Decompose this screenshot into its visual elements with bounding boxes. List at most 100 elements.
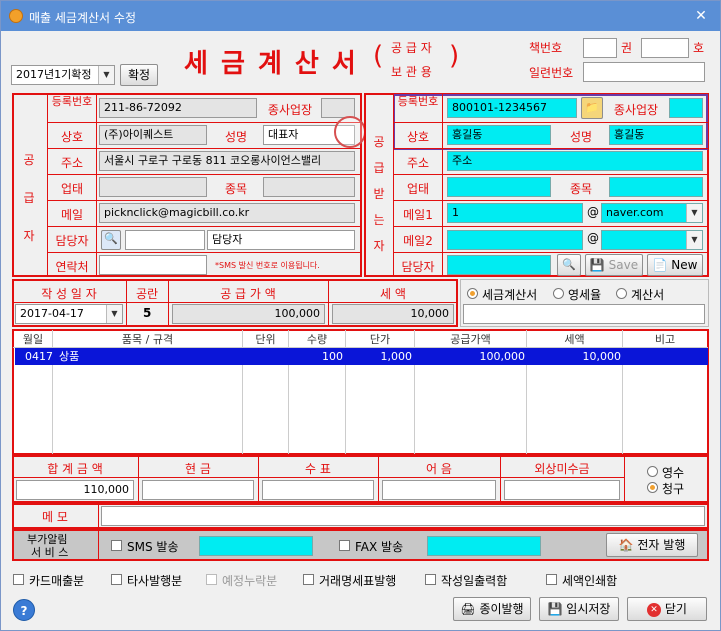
col-qty[interactable]: 수량	[289, 331, 345, 347]
option-other-issuer[interactable]	[111, 574, 122, 585]
paper-issue-button[interactable]: 🖨 종이발행	[453, 597, 531, 621]
chevron-down-icon[interactable]: ▼	[98, 66, 114, 84]
sms-checkbox[interactable]	[111, 540, 122, 551]
help-icon[interactable]: ?	[13, 599, 35, 621]
serial-number-field[interactable]	[583, 62, 705, 82]
receiver-addr-field[interactable]: 주소	[447, 151, 703, 171]
search-icon[interactable]: 🔍	[557, 254, 581, 276]
receiver-item-field[interactable]	[609, 177, 703, 197]
confirm-period-button[interactable]: 확정	[120, 64, 158, 86]
supplier-branch-field[interactable]	[321, 98, 355, 118]
heading-paren-open: (	[373, 41, 384, 71]
book-number-label: 책번호	[529, 41, 563, 55]
cash-field[interactable]	[142, 480, 254, 500]
close-icon[interactable]: ✕	[692, 7, 710, 25]
at-sign: @	[587, 205, 599, 219]
receiver-mail1-user-field[interactable]: 1	[447, 203, 583, 223]
col-unit[interactable]: 단위	[243, 331, 288, 347]
supplier-mail-field[interactable]: picknclick@magicbill.co.kr	[99, 203, 355, 223]
supplier-mail-label: 메일	[60, 208, 84, 222]
date-picker[interactable]: 2017-04-17 ▼	[15, 304, 123, 324]
save-receiver-label: Save	[608, 258, 639, 272]
e-issue-label: 전자 발행	[637, 538, 686, 552]
total-amount-field[interactable]: 110,000	[16, 480, 134, 500]
save-receiver-button[interactable]: 💾 Save	[585, 254, 643, 276]
supplier-reg-field[interactable]: 211-86-72092	[99, 98, 257, 118]
col-tax[interactable]: 세액	[527, 331, 622, 347]
memo-field[interactable]	[101, 506, 705, 526]
table-row[interactable]: 0417 상품 100 1,000 100,000 10,000	[15, 348, 708, 365]
supplier-name-field[interactable]: (주)아이퀘스트	[99, 125, 207, 145]
e-issue-button[interactable]: 🏠 전자 발행	[606, 533, 698, 557]
col-item[interactable]: 품목 / 규격	[53, 331, 242, 347]
supplier-addr-field[interactable]: 서울시 구로구 구로동 811 코오롱사이언스밸리	[99, 151, 355, 171]
supplier-item-field[interactable]	[263, 177, 355, 197]
note-field[interactable]	[382, 480, 496, 500]
receiver-manager-label: 담당자	[401, 260, 435, 274]
option-statement[interactable]	[303, 574, 314, 585]
search-icon[interactable]: 🔍	[101, 230, 121, 250]
radio-zero-rate[interactable]	[553, 288, 564, 299]
new-receiver-button[interactable]: 📄 New	[647, 254, 703, 276]
temp-save-button[interactable]: 💾 임시저장	[539, 597, 619, 621]
check-field[interactable]	[262, 480, 374, 500]
fax-field[interactable]	[427, 536, 541, 556]
receiver-branch-label: 종사업장	[613, 103, 659, 117]
book-volume-field[interactable]	[583, 38, 617, 58]
radio-tax-invoice[interactable]	[467, 288, 478, 299]
chevron-down-icon[interactable]: ▼	[106, 305, 122, 323]
receiver-biz-label: 업태	[406, 182, 430, 196]
receiver-mail2-domain-select[interactable]: ▼	[601, 230, 703, 250]
receiver-mail1-domain-select[interactable]: naver.com ▼	[601, 203, 703, 223]
receiver-biz-field[interactable]	[447, 177, 551, 197]
company-seal-icon	[334, 116, 366, 148]
row-date: 0417	[25, 350, 53, 363]
chevron-down-icon[interactable]: ▼	[686, 231, 702, 249]
option-card-sales[interactable]	[13, 574, 24, 585]
receiver-mail2-user-field[interactable]	[447, 230, 583, 250]
option-print-tax[interactable]	[546, 574, 557, 585]
credit-field[interactable]	[504, 480, 620, 500]
col-note[interactable]: 비고	[623, 331, 707, 347]
fax-checkbox[interactable]	[339, 540, 350, 551]
radio-invoice[interactable]	[616, 288, 627, 299]
supplier-item-label: 종목	[224, 182, 248, 196]
supplier-biz-field[interactable]	[99, 177, 207, 197]
supplier-manager-name-field[interactable]: 담당자	[207, 230, 355, 250]
paper-issue-label: 종이발행	[479, 602, 524, 616]
radio-receipt-label: 영수	[662, 466, 685, 480]
heading-copy-line2: 보 관 용	[391, 65, 432, 79]
receiver-addr-label: 주소	[406, 156, 430, 170]
title-bar: 매출 세금계산서 수정 ✕	[1, 1, 720, 31]
invoice-heading: 세 금 계 산 서	[184, 49, 358, 79]
receiver-name-field[interactable]: 홍길동	[447, 125, 551, 145]
col-supply[interactable]: 공급가액	[415, 331, 526, 347]
heading-paren-close: )	[449, 41, 460, 71]
folder-icon[interactable]: 📁	[581, 97, 603, 119]
row-price: 1,000	[380, 350, 413, 363]
supplier-contact-field[interactable]	[99, 255, 207, 275]
period-select[interactable]: 2017년1기확정 ▼	[11, 65, 115, 85]
chevron-down-icon[interactable]: ▼	[686, 204, 702, 222]
sms-field[interactable]	[199, 536, 313, 556]
receiver-rep-field[interactable]: 홍길동	[609, 125, 703, 145]
type-extra-field[interactable]	[463, 304, 705, 324]
radio-receipt[interactable]	[647, 466, 658, 477]
tax-label: 세 액	[380, 287, 406, 301]
supplier-manager-field[interactable]	[125, 230, 205, 250]
col-date[interactable]: 월일	[14, 331, 52, 347]
book-ho-field[interactable]	[641, 38, 689, 58]
period-value: 2017년1기확정	[16, 68, 92, 81]
row-item: 상품	[59, 350, 80, 363]
receiver-branch-field[interactable]	[669, 98, 703, 118]
receiver-manager-field[interactable]	[447, 255, 551, 275]
receiver-reg-field[interactable]: 800101-1234567	[447, 98, 577, 118]
col-price[interactable]: 단가	[346, 331, 414, 347]
note-label: 어 음	[426, 462, 452, 476]
cash-label: 현 금	[185, 462, 211, 476]
radio-claim[interactable]	[647, 482, 658, 493]
option-planned-missing[interactable]	[206, 574, 217, 585]
close-button[interactable]: ✕ 닫기	[627, 597, 707, 621]
receiver-reg-label: 등록번호	[397, 95, 439, 108]
option-print-date[interactable]	[425, 574, 436, 585]
